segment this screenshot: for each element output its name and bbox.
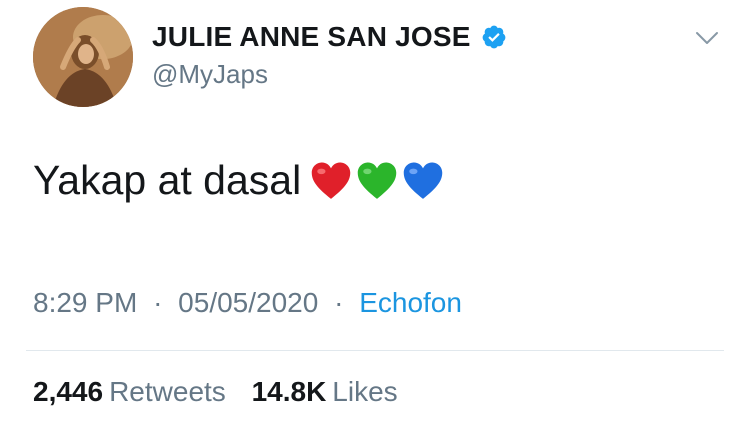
- tweet-stats: 2,446 Retweets 14.8K Likes: [33, 376, 398, 408]
- tweet-time[interactable]: 8:29 PM: [33, 287, 137, 318]
- tweet-body: Yakap at dasal: [33, 157, 445, 204]
- author-name-row: JULIE ANNE SAN JOSE: [152, 20, 507, 54]
- tweet-date[interactable]: 05/05/2020: [178, 287, 318, 318]
- retweets-label: Retweets: [109, 376, 226, 407]
- retweets-count: 2,446: [33, 376, 104, 407]
- profile-avatar[interactable]: [33, 7, 133, 107]
- tweet-source-link[interactable]: Echofon: [359, 287, 462, 318]
- meta-separator: ·: [153, 287, 163, 318]
- tweet-metadata: 8:29 PM · 05/05/2020 · Echofon: [33, 287, 462, 319]
- likes-count: 14.8K: [251, 376, 327, 407]
- red-heart-icon: [311, 161, 351, 199]
- meta-separator: ·: [334, 287, 344, 318]
- avatar-image: [33, 7, 133, 107]
- likes-stat[interactable]: 14.8K Likes: [252, 376, 398, 407]
- blue-heart-icon: [403, 161, 443, 199]
- retweets-stat[interactable]: 2,446 Retweets: [33, 376, 234, 407]
- green-heart-icon: [357, 161, 397, 199]
- chevron-down-icon[interactable]: [694, 28, 720, 48]
- emoji-group: [309, 159, 445, 203]
- user-handle[interactable]: @MyJaps: [152, 59, 268, 90]
- tweet-text: Yakap at dasal: [33, 157, 302, 203]
- display-name[interactable]: JULIE ANNE SAN JOSE: [152, 21, 471, 53]
- divider: [26, 350, 724, 351]
- likes-label: Likes: [332, 376, 398, 407]
- verified-badge-icon: [482, 25, 505, 49]
